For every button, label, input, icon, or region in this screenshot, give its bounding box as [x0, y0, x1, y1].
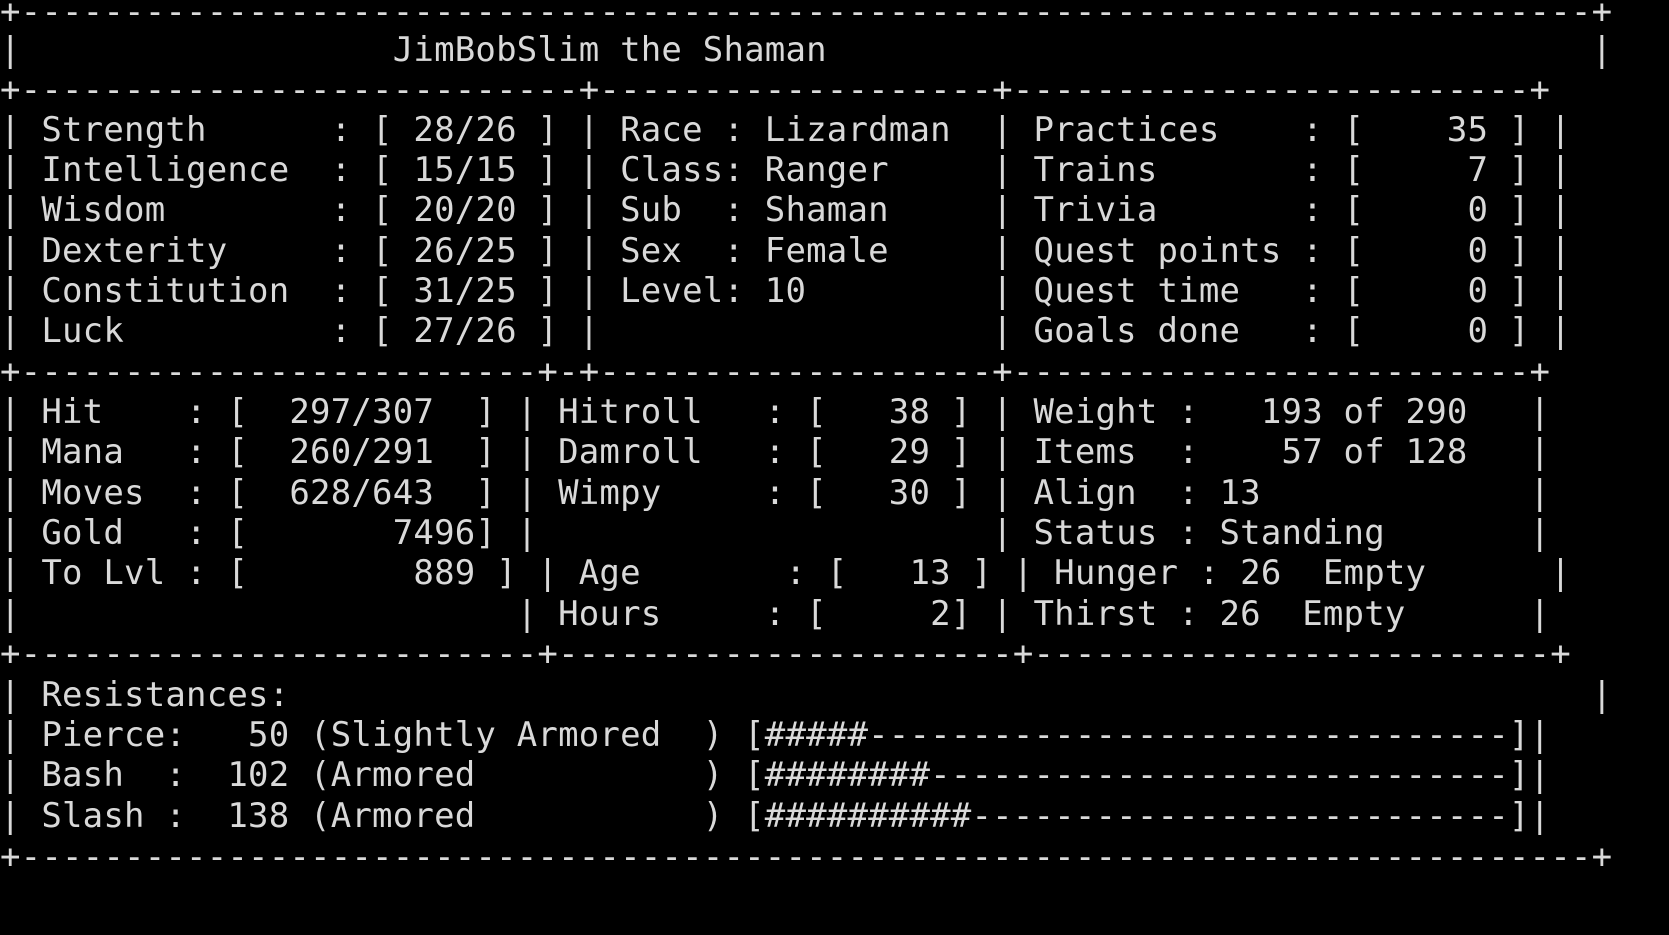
border-vitals-top: +-------------------------+-+-----------… — [0, 352, 1551, 392]
border-resist-top: +-------------------------+-------------… — [0, 634, 1571, 674]
row-pierce: | Pierce: 50 (Slightly Armored ) [#####-… — [0, 715, 1551, 755]
row-constitution-level-questtime: | Constitution : [ 31/25 ] | Level: 10 |… — [0, 271, 1571, 311]
border-bottom: +---------------------------------------… — [0, 837, 1613, 877]
row-hours-thirst: | | Hours : [ 2] | Thirst : 26 Empty | — [0, 594, 1551, 634]
row-intelligence-class-trains: | Intelligence : [ 15/15 ] | Class: Rang… — [0, 150, 1571, 190]
border-top: +---------------------------------------… — [0, 0, 1613, 32]
row-strength-race-practices: | Strength : [ 28/26 ] | Race : Lizardma… — [0, 110, 1571, 150]
row-resistances-label: | Resistances: | — [0, 675, 1613, 715]
row-tolvl-age-hunger: | To Lvl : [ 889 ] | Age : [ 13 ] | Hung… — [0, 553, 1571, 593]
border-stats-top: +---------------------------+-----------… — [0, 70, 1551, 110]
row-wisdom-sub-trivia: | Wisdom : [ 20/20 ] | Sub : Shaman | Tr… — [0, 190, 1571, 230]
character-title: | JimBobSlim the Shaman | — [0, 30, 1613, 70]
row-luck-goalsdone: | Luck : [ 27/26 ] | | Goals done : [ 0 … — [0, 311, 1571, 351]
row-moves-wimpy-align: | Moves : [ 628/643 ] | Wimpy : [ 30 ] |… — [0, 473, 1551, 513]
terminal-window: +---------------------------------------… — [0, 0, 1669, 935]
row-dexterity-sex-questpoints: | Dexterity : [ 26/25 ] | Sex : Female |… — [0, 231, 1571, 271]
row-gold-status: | Gold : [ 7496] | | Status : Standing | — [0, 513, 1551, 553]
row-mana-damroll-items: | Mana : [ 260/291 ] | Damroll : [ 29 ] … — [0, 432, 1551, 472]
row-hit-hitroll-weight: | Hit : [ 297/307 ] | Hitroll : [ 38 ] |… — [0, 392, 1551, 432]
row-bash: | Bash : 102 (Armored ) [########-------… — [0, 755, 1551, 795]
row-slash: | Slash : 138 (Armored ) [##########----… — [0, 796, 1551, 836]
